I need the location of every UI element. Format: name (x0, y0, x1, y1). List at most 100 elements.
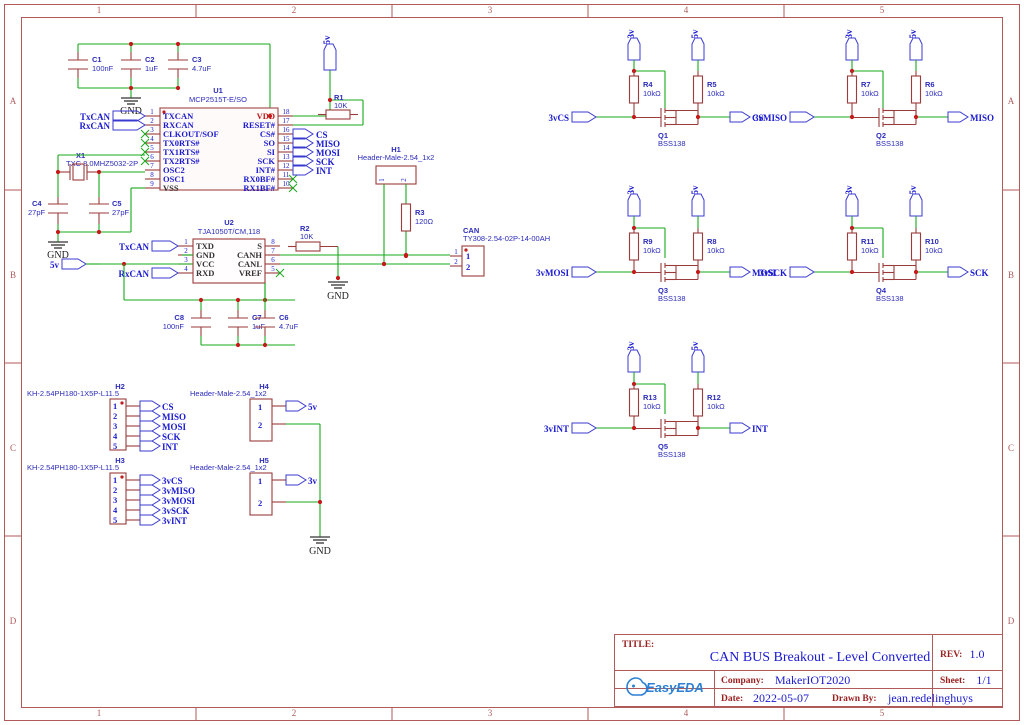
h4-pin-2-num: 2 (258, 420, 262, 430)
resistor-r7: R7 10kΩ (846, 71, 879, 117)
gnd-symbol-crystal: GND (47, 241, 69, 261)
h4-value: Header-Male-2.54_1x2 (190, 389, 267, 398)
title-block: TITLE: CAN BUS Breakout - Level Converte… (614, 634, 1003, 707)
r5-value: 10kΩ (707, 89, 725, 98)
ls4-rail-low-label: 3v (844, 185, 854, 195)
h3-pin-5-num: 5 (113, 515, 117, 525)
mosfet-q5: Q5 BSS138 (634, 419, 699, 459)
ls5-rail-high-label: 5v (690, 341, 700, 351)
r12-refdes: R12 (707, 393, 721, 402)
net-label-int-out: INT (729, 422, 768, 434)
h2-pin-1-num: 1 (113, 401, 117, 411)
c3-refdes: C3 (192, 55, 202, 64)
r13-value: 10kΩ (643, 402, 661, 411)
ls2-out-label: MISO (970, 113, 994, 123)
c6-refdes: C6 (279, 313, 289, 322)
u2-pin-6-num: 6 (271, 256, 275, 264)
zone-col-5-bottom: 5 (880, 708, 885, 718)
h2-net-cs: CS (162, 402, 174, 412)
level-shifter-sck: 3v 5v R11 10kΩ R10 10kΩ Q4 BSS138 3vSCK … (759, 185, 988, 303)
level-shifter-mosi: 3v 5v R9 10kΩ R8 10kΩ Q3 BSS138 3vMOSI M… (536, 185, 777, 303)
resistor-r4: R4 10kΩ (628, 71, 661, 117)
can-pin-2-label: 2 (466, 262, 470, 272)
h1-pin-2-num: 2 (400, 178, 408, 182)
header-h1: H1 Header-Male-2.54_1x2 1 2 (358, 145, 435, 267)
resistor-r2: R2 10K GND (288, 224, 349, 302)
resistor-r13: R13 10kΩ (628, 384, 661, 428)
u1-pin-9-num: 9 (150, 180, 154, 188)
zone-col-2-bottom: 2 (292, 708, 297, 718)
level-shifter-miso: 3v 5v R7 10kΩ R6 10kΩ Q2 BSS138 3vMISO M… (754, 29, 994, 148)
u2-value: TJA1050T/CM,118 (198, 227, 260, 236)
resistor-r6: R6 10kΩ (910, 71, 943, 117)
net-flag-3v-ls5: 3v (626, 341, 641, 373)
zone-col-5: 5 (880, 5, 885, 15)
ls5-in-label: 3vINT (544, 424, 569, 434)
net-label-rxcan-u2: RxCAN (119, 267, 179, 279)
sheet-label: Sheet: (940, 676, 965, 686)
mosfet-q3: Q3 BSS138 (634, 263, 699, 303)
r6-refdes: R6 (925, 80, 935, 89)
h4-pin-1-num: 1 (258, 402, 262, 412)
net-flag-5v-ls5: 5v (690, 341, 705, 373)
rxcan-label-u2: RxCAN (119, 269, 150, 279)
h2-net-sck: SCK (162, 432, 181, 442)
c1-value: 100nF (92, 64, 114, 73)
u1-pin-3-num: 3 (150, 126, 154, 134)
mosfet-q2: Q2 BSS138 (852, 108, 917, 148)
h3-pin-3-num: 3 (113, 495, 117, 505)
ls5-rail-low-label: 3v (626, 341, 636, 351)
u1-pin-2-num: 2 (150, 117, 154, 125)
gnd-symbol-r2: GND (327, 281, 349, 302)
q2-value: BSS138 (876, 139, 904, 148)
h2-pin-3-num: 3 (113, 421, 117, 431)
level-shifter-cs: 3v 5v R4 10kΩ R5 10kΩ Q1 BSS138 3vCS CS (548, 29, 763, 148)
resistor-r10: R10 10kΩ (910, 228, 943, 272)
net-label-3vint: 3vINT (544, 422, 597, 434)
gnd-symbol-headers: GND (309, 536, 331, 557)
net-flag-5v-ls4: 5v (908, 185, 923, 217)
r3-refdes: R3 (415, 208, 425, 217)
capacitor-c5: C5 27pF (89, 197, 130, 224)
r9-refdes: R9 (643, 237, 653, 246)
easyeda-logo: EasyEDA (626, 677, 704, 696)
c4-value: 27pF (28, 208, 46, 217)
title-label: TITLE: (622, 640, 654, 650)
u1-nc-marks-right (288, 174, 298, 193)
r9-value: 10kΩ (643, 246, 661, 255)
resistor-r5: R5 10kΩ (692, 71, 725, 117)
rxcan-label-u1: RxCAN (80, 121, 111, 131)
mosfet-q4: Q4 BSS138 (852, 263, 917, 303)
h5-value: Header-Male-2.54_1x2 (190, 463, 267, 472)
net-label-txcan-u2: TxCAN (119, 240, 179, 252)
h3-pin-4-num: 4 (113, 505, 118, 515)
capacitor-c2: C2 1uF (121, 52, 158, 78)
schematic-sheet: 1 2 3 4 5 1 2 3 4 5 A B C D A B C D C1 1… (0, 0, 1024, 725)
zone-col-4-bottom: 4 (684, 708, 689, 718)
h1-value: Header-Male-2.54_1x2 (358, 153, 435, 162)
zone-row-a-right: A (1008, 96, 1015, 106)
ls1-rail-high-label: 5v (690, 29, 700, 39)
header-h2: H2 KH-2.54PH180-1X5P-L11.5 1 2 3 4 5 CS … (27, 382, 187, 452)
sheet-title: CAN BUS Breakout - Level Converted (710, 650, 930, 665)
can-pin-1-label: 1 (466, 251, 470, 261)
zone-row-a: A (10, 96, 17, 106)
level-shifter-int: 3v 5v R13 10kΩ R12 10kΩ Q5 BSS138 3vINT … (544, 341, 768, 459)
ls1-rail-low-label: 3v (626, 29, 636, 39)
u1-value: MCP2515T-E/SO (189, 95, 247, 104)
u1-pin-11-num: 11 (283, 171, 290, 179)
h5-pin-2-num: 2 (258, 498, 262, 508)
ls5-out-label: INT (752, 424, 768, 434)
zone-col-3-bottom: 3 (488, 708, 493, 718)
capacitor-c4: C4 27pF (28, 197, 68, 224)
h2-net-miso: MISO (162, 412, 186, 422)
r3-value: 120Ω (415, 217, 434, 226)
zone-row-c: C (10, 443, 16, 453)
q5-value: BSS138 (658, 450, 686, 459)
h3-net-3vmiso: 3vMISO (162, 486, 195, 496)
company-value: MakerIOT2020 (775, 673, 850, 687)
gnd-label-headers: GND (309, 546, 331, 557)
company-label: Company: (721, 676, 764, 686)
r4-value: 10kΩ (643, 89, 661, 98)
resistor-r12: R12 10kΩ (692, 384, 725, 428)
